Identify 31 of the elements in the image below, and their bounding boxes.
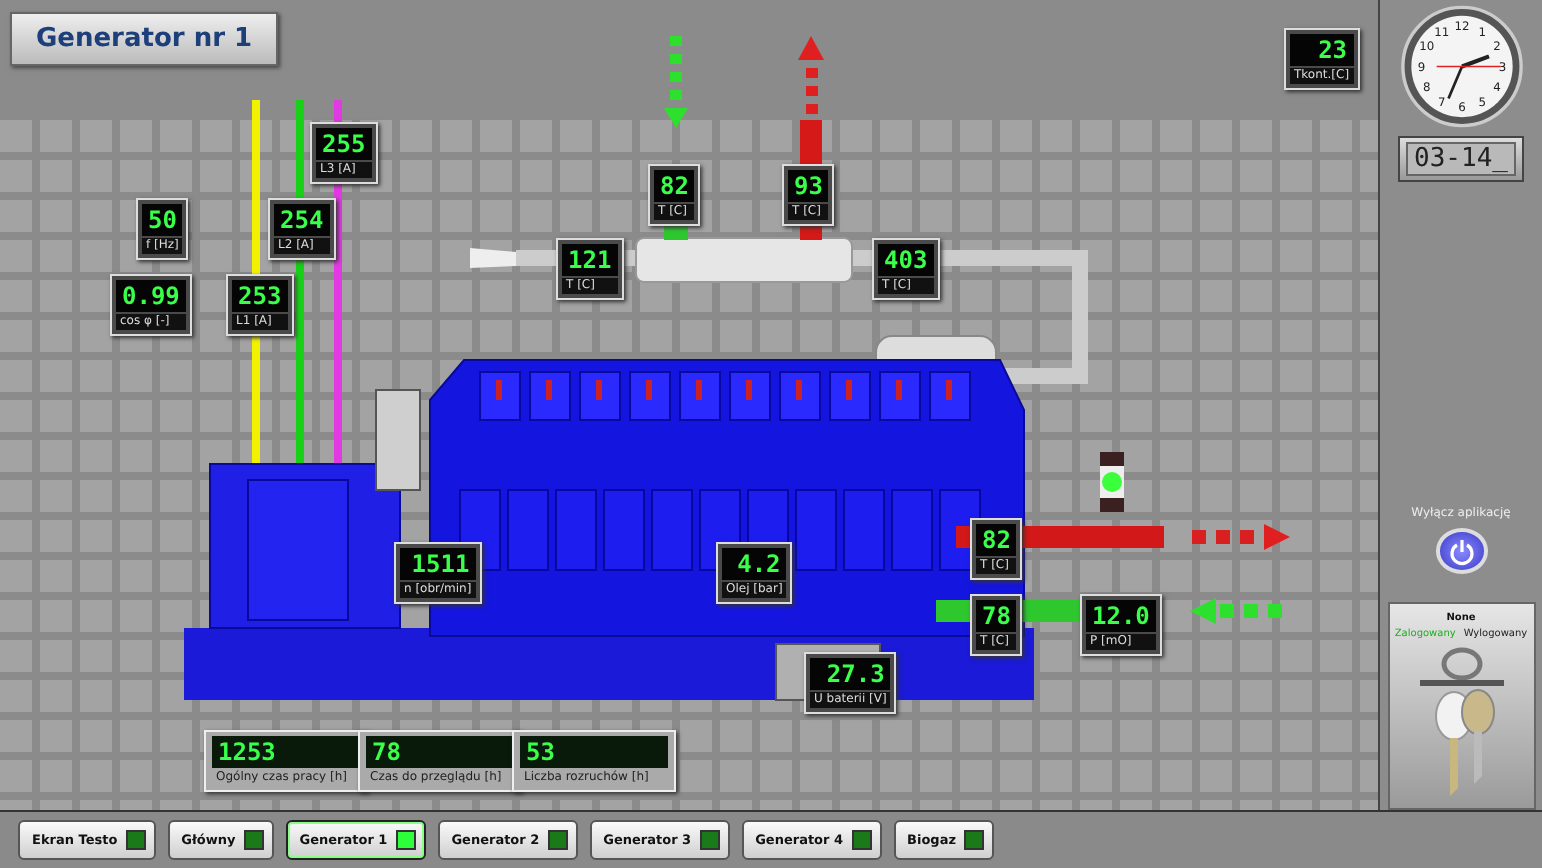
readout-value: 254 [274,204,330,236]
clock-time: 03-14_ [1406,142,1516,177]
readout-value: 1253 [212,736,360,768]
readout-value: 93 [788,170,829,202]
readout-value: 121 [562,244,618,276]
readout-value: 50 [142,204,183,236]
status-led-icon [243,830,264,850]
status-led-icon [547,830,568,850]
status-led-icon [699,830,720,850]
readout-value: 82 [976,524,1017,556]
readout-value: 27.3 [810,658,891,690]
readout-value: 4.2 [722,548,787,580]
screen-title: Generator nr 1 [10,12,279,66]
readout-value: 53 [520,736,668,768]
readout-value: 78 [366,736,514,768]
power-button[interactable] [1435,528,1487,575]
power-icon [1447,537,1475,566]
readout-value: 0.99 [116,280,186,312]
status-led-icon [125,830,146,850]
readout-value: 82 [654,170,695,202]
readout-value: 23 [1290,34,1354,66]
readout-value: 403 [878,244,934,276]
status-led-icon [395,830,416,850]
readout-value: 1511 [400,548,476,580]
readout-value: 78 [976,600,1017,632]
status-led-icon [964,830,984,850]
readout-value: 12.0 [1086,600,1156,632]
readout-value: 255 [316,128,372,160]
analog-clock-drawing [1400,5,1522,128]
status-led-icon [851,830,872,850]
readout-value: 253 [232,280,288,312]
